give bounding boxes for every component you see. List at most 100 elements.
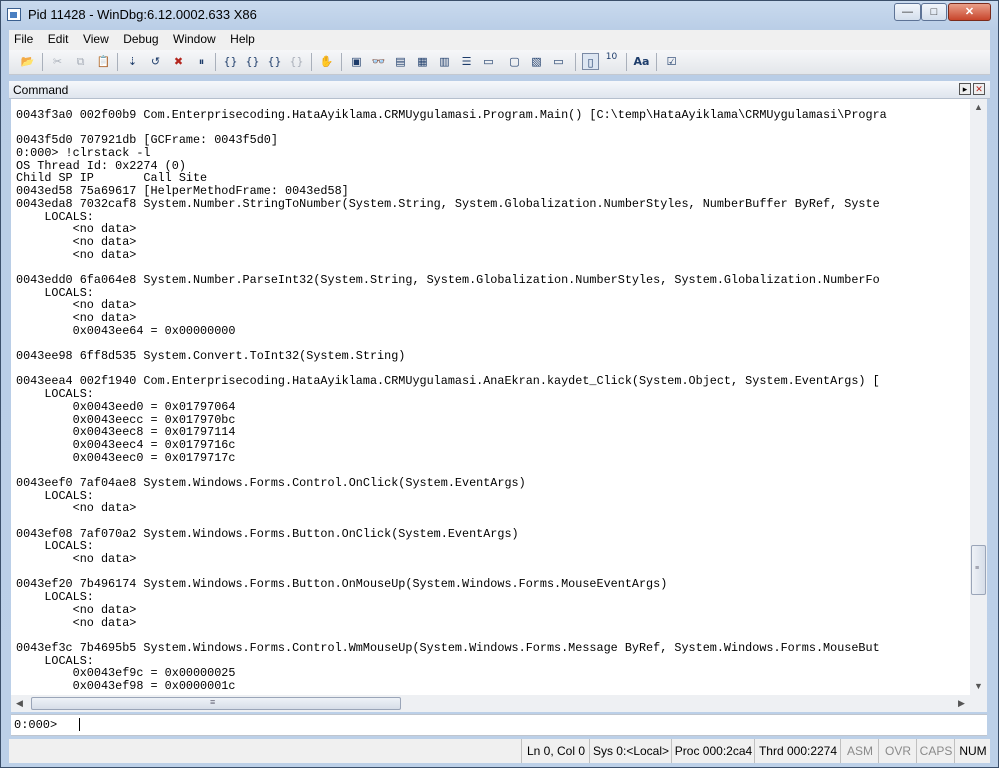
- watch-window-icon[interactable]: 👓: [370, 53, 387, 70]
- output-line: <no data>: [16, 552, 137, 567]
- text-caret: [79, 718, 80, 731]
- copy-icon[interactable]: ⧉: [72, 53, 89, 70]
- output-line: LOCALS:: [16, 209, 94, 224]
- insert-breakpoint-icon[interactable]: ✋: [318, 53, 335, 70]
- scroll-left-arrow-icon[interactable]: ◀: [11, 695, 28, 712]
- output-line: 0x0043eec0 = 0x0179717c: [16, 450, 236, 465]
- menu-file[interactable]: File: [9, 30, 38, 46]
- toolbar-separator: [215, 53, 216, 71]
- scratch-pad-icon[interactable]: ▢: [506, 53, 523, 70]
- output-line: <no data>: [16, 615, 137, 630]
- font-icon[interactable]: Aa: [633, 53, 650, 70]
- menu-view[interactable]: View: [78, 30, 114, 46]
- scroll-up-arrow-icon[interactable]: ▲: [970, 99, 987, 116]
- hex-display-icon[interactable]: 10: [603, 53, 620, 70]
- title-bar[interactable]: Pid 11428 - WinDbg:6.12.0002.633 X86 — □…: [1, 1, 998, 29]
- command-output[interactable]: 0043f3a0 002f00b9 Com.Enterprisecoding.H…: [11, 99, 970, 695]
- call-stack-window-icon[interactable]: ☰: [458, 53, 475, 70]
- status-proc: Proc 000:2ca4: [671, 739, 755, 763]
- toolbar-separator: [575, 53, 576, 71]
- output-line: 0x0043eed0 = 0x01797064: [16, 399, 236, 414]
- status-thread: Thrd 000:2274: [754, 739, 841, 763]
- output-line: 0043ee98 6ff8d535 System.Convert.ToInt32…: [16, 349, 406, 364]
- menu-edit[interactable]: Edit: [43, 30, 74, 46]
- break-icon[interactable]: ⏸: [193, 53, 210, 70]
- step-into-icon[interactable]: {}: [222, 53, 239, 70]
- output-line: 0x0043ef98 = 0x0000001c: [16, 678, 236, 693]
- command-pane-header: Command ▸ ✕: [9, 81, 990, 99]
- status-caps: CAPS: [916, 739, 955, 763]
- pane-title: Command: [13, 83, 69, 97]
- output-line: 0x0043eec4 = 0x0179716c: [16, 437, 236, 452]
- windbg-app-icon[interactable]: [7, 8, 21, 21]
- disassembly-window-icon[interactable]: ▭: [480, 53, 497, 70]
- output-line: 0043eda8 7032caf8 System.Number.StringTo…: [16, 196, 880, 211]
- toolbar-separator: [311, 53, 312, 71]
- output-line: 0043f3a0 002f00b9 Com.Enterprisecoding.H…: [16, 108, 887, 122]
- window-title: Pid 11428 - WinDbg:6.12.0002.633 X86: [28, 7, 257, 22]
- menu-debug[interactable]: Debug: [118, 30, 163, 46]
- step-out-icon[interactable]: {}: [266, 53, 283, 70]
- output-line: <no data>: [16, 298, 137, 313]
- pane-close-icon[interactable]: ✕: [973, 83, 985, 95]
- output-line: <no data>: [16, 247, 137, 262]
- status-bar: Ln 0, Col 0 Sys 0:<Local> Proc 000:2ca4 …: [9, 739, 990, 763]
- minimize-button[interactable]: —: [894, 3, 921, 21]
- status-num: NUM: [954, 739, 991, 763]
- processes-threads-icon[interactable]: ▧: [528, 53, 545, 70]
- close-button[interactable]: ✕: [948, 3, 991, 21]
- output-line: <no data>: [16, 501, 137, 516]
- toolbar-separator: [626, 53, 627, 71]
- command-window-icon[interactable]: ▣: [348, 53, 365, 70]
- restart-icon[interactable]: ↺: [147, 53, 164, 70]
- command-input[interactable]: [77, 716, 977, 732]
- output-line: LOCALS:: [16, 539, 94, 554]
- output-line: 0x0043ee64 = 0x00000000: [16, 323, 236, 338]
- output-line: LOCALS:: [16, 387, 94, 402]
- registers-window-icon[interactable]: ▦: [414, 53, 431, 70]
- toolbar-separator: [341, 53, 342, 71]
- output-line: 0043edd0 6fa064e8 System.Number.ParseInt…: [16, 272, 880, 287]
- scroll-down-arrow-icon[interactable]: ▼: [970, 678, 987, 695]
- status-sys: Sys 0:<Local>: [589, 739, 672, 763]
- status-cursor: Ln 0, Col 0: [521, 739, 590, 763]
- status-ovr: OVR: [878, 739, 917, 763]
- horizontal-scrollbar[interactable]: ◀ ≡ ▶: [11, 695, 970, 712]
- horizontal-scroll-thumb[interactable]: ≡: [31, 697, 401, 710]
- options-icon[interactable]: ☑: [663, 53, 680, 70]
- output-line: 0043eef0 7af04ae8 System.Windows.Forms.C…: [16, 475, 526, 490]
- toolbar-separator: [656, 53, 657, 71]
- pane-dock-icon[interactable]: ▸: [959, 83, 971, 95]
- locals-window-icon[interactable]: ▤: [392, 53, 409, 70]
- grip-icon: ≡: [210, 697, 216, 707]
- go-icon[interactable]: ⇣: [124, 53, 141, 70]
- step-over-icon[interactable]: {}: [244, 53, 261, 70]
- source-mode-icon[interactable]: ▯: [582, 53, 599, 70]
- paste-icon[interactable]: 📋: [95, 53, 112, 70]
- output-line: LOCALS:: [16, 285, 94, 300]
- vertical-scrollbar[interactable]: ▲ ≡ ▼: [970, 99, 987, 695]
- output-line: 0043eea4 002f1940 Com.Enterprisecoding.H…: [16, 374, 880, 389]
- output-text: 0043f3a0 002f00b9 Com.Enterprisecoding.H…: [16, 109, 887, 693]
- toolbar: 📂 ✂ ⧉ 📋 ⇣ ↺ ✖ ⏸ {} {} {} {} ✋ ▣ 👓 ▤ ▦ ▥ …: [9, 50, 990, 75]
- scroll-right-arrow-icon[interactable]: ▶: [953, 695, 970, 712]
- memory-window-icon[interactable]: ▥: [436, 53, 453, 70]
- maximize-button[interactable]: □: [921, 3, 947, 21]
- view-icon[interactable]: ▭: [550, 53, 567, 70]
- cut-icon[interactable]: ✂: [49, 53, 66, 70]
- run-to-cursor-icon[interactable]: {}: [288, 53, 305, 70]
- output-line: <no data>: [16, 311, 137, 325]
- menu-window[interactable]: Window: [168, 30, 221, 46]
- output-line: 0x0043eec8 = 0x01797114: [16, 425, 236, 440]
- menu-bar: File Edit View Debug Window Help: [9, 30, 990, 50]
- stop-debugging-icon[interactable]: ✖: [170, 53, 187, 70]
- scrollbar-corner: [970, 695, 987, 712]
- output-line: <no data>: [16, 602, 137, 617]
- toolbar-separator: [117, 53, 118, 71]
- command-input-row: 0:000>: [11, 714, 987, 736]
- open-icon[interactable]: 📂: [19, 53, 36, 70]
- output-line: <no data>: [16, 222, 137, 237]
- menu-help[interactable]: Help: [225, 30, 260, 46]
- vertical-scroll-thumb[interactable]: ≡: [971, 545, 986, 595]
